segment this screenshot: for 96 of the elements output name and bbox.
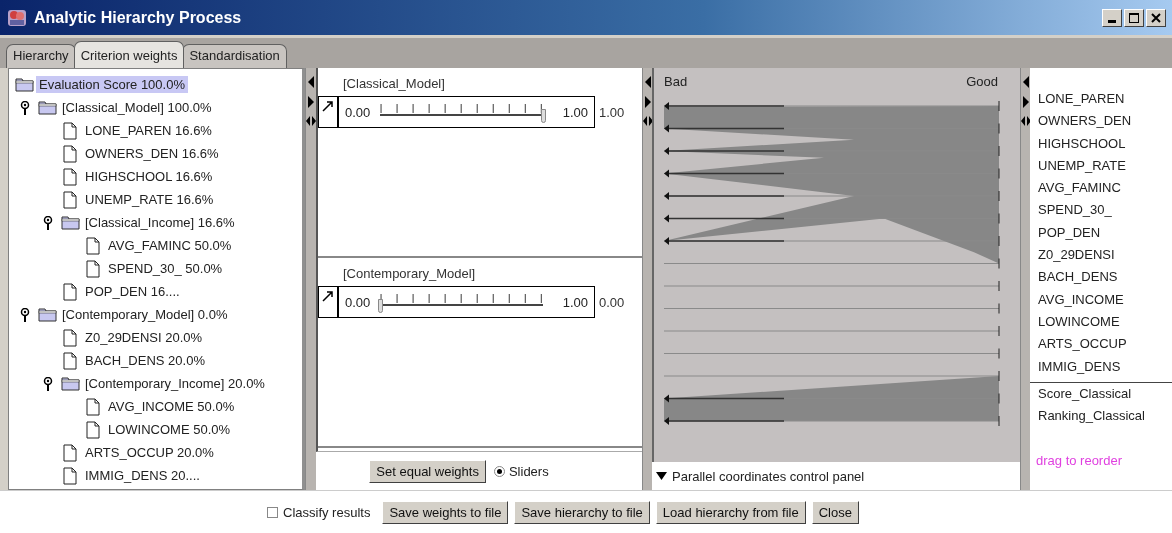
checkbox-label: Classify results — [283, 504, 371, 520]
tree-item[interactable]: [Contemporary_Income] 20.0% — [82, 375, 268, 392]
minimize-icon — [1108, 19, 1116, 23]
slider-min: 0.00 — [345, 294, 371, 310]
variable-item[interactable]: BACH_DENS — [1038, 266, 1172, 289]
variable-item[interactable]: SPEND_30_ — [1038, 199, 1172, 222]
variable-item[interactable]: Z0_29DENSI — [1038, 244, 1172, 267]
tree-item[interactable]: HIGHSCHOOL 16.6% — [82, 168, 216, 185]
tree-item[interactable]: AVG_INCOME 50.0% — [105, 398, 238, 415]
slider-max: 1.00 — [562, 104, 588, 120]
window-title: Analytic Hierarchy Process — [34, 8, 243, 27]
weight-slider[interactable]: 0.00 1.00 — [318, 96, 595, 128]
document-icon — [61, 121, 80, 140]
set-equal-weights-button[interactable]: Set equal weights — [369, 459, 486, 483]
minimize-button[interactable] — [1102, 8, 1122, 27]
resize-handle-icon[interactable] — [1020, 116, 1031, 126]
tree-item[interactable]: LOWINCOME 50.0% — [105, 421, 234, 438]
tree-item[interactable]: SPEND_30_ 50.0% — [105, 260, 226, 277]
dialog-button[interactable]: Save hierarchy to file — [514, 500, 650, 524]
tree-item[interactable]: Evaluation Score 100.0% — [36, 76, 188, 93]
slider-thumb[interactable] — [378, 299, 384, 313]
tab[interactable]: Hierarchy — [6, 44, 76, 68]
document-icon — [61, 144, 80, 163]
variable-item[interactable]: HIGHSCHOOL — [1038, 132, 1172, 155]
tree-item[interactable]: Z0_29DENSI 20.0% — [82, 329, 206, 346]
document-icon — [61, 167, 80, 186]
document-icon — [84, 236, 103, 255]
variable-item[interactable]: LOWINCOME — [1038, 310, 1172, 334]
variable-item[interactable]: AVG_INCOME — [1038, 288, 1172, 311]
arrow-icon[interactable] — [322, 100, 334, 112]
tab[interactable]: Criterion weights — [73, 41, 185, 68]
document-icon — [61, 190, 80, 209]
weight-value: 1.00 — [599, 104, 625, 120]
close-icon — [1149, 11, 1163, 24]
tree-item[interactable]: OWNERS_DEN 16.6% — [82, 145, 222, 162]
radio-button[interactable] — [493, 465, 505, 477]
tree-item[interactable]: UNEMP_RATE 16.6% — [82, 191, 217, 208]
weight-slider[interactable]: 0.00 1.00 — [318, 286, 595, 318]
arrow-icon[interactable] — [322, 290, 334, 302]
tab[interactable]: Standardisation — [182, 44, 287, 68]
expand-handle-icon[interactable] — [20, 100, 30, 115]
document-icon — [61, 328, 80, 347]
dialog-button[interactable]: Save weights to file — [382, 500, 509, 524]
variable-item[interactable]: POP_DEN — [1038, 221, 1172, 245]
variable-item[interactable]: OWNERS_DEN — [1038, 110, 1172, 133]
document-icon — [61, 466, 80, 485]
tree-item[interactable]: BACH_DENS 20.0% — [82, 352, 208, 369]
expand-handle-icon[interactable] — [43, 376, 53, 391]
slider-max: 1.00 — [562, 294, 588, 310]
document-icon — [84, 259, 103, 278]
expand-handle-icon[interactable] — [20, 307, 30, 322]
variable-item[interactable]: AVG_FAMINC — [1038, 177, 1172, 200]
document-icon — [84, 420, 103, 439]
criterion-label: [Contemporary_Model] — [343, 266, 477, 283]
disclosure-triangle-icon[interactable] — [656, 472, 667, 480]
tree-item[interactable]: ARTS_OCCUP 20.0% — [82, 444, 217, 461]
variable-item[interactable]: IMMIG_DENS — [1038, 355, 1172, 378]
close-button[interactable] — [1146, 8, 1166, 27]
maximize-button[interactable] — [1124, 8, 1144, 27]
tree-item[interactable]: [Contemporary_Model] 0.0% — [59, 306, 231, 323]
output-item[interactable]: Score_Classical — [1038, 382, 1172, 406]
tree-item[interactable]: IMMIG_DENS 20.... — [82, 467, 203, 484]
good-label: Good — [966, 74, 998, 91]
folder-icon — [38, 305, 57, 324]
tree-item[interactable]: POP_DEN 16.... — [82, 283, 183, 300]
tree-item[interactable]: AVG_FAMINC 50.0% — [105, 237, 235, 254]
maximize-icon — [1127, 11, 1141, 24]
document-icon — [84, 397, 103, 416]
document-icon — [61, 282, 80, 301]
folder-icon — [15, 75, 34, 94]
slider-thumb[interactable] — [540, 109, 546, 123]
tree-item[interactable]: [Classical_Income] 16.6% — [82, 214, 238, 231]
folder-icon — [61, 213, 80, 232]
bad-label: Bad — [664, 74, 688, 91]
folder-icon — [38, 98, 57, 117]
dialog-button[interactable]: Load hierarchy from file — [655, 500, 806, 524]
document-icon — [61, 443, 80, 462]
resize-handle-icon[interactable] — [642, 116, 653, 126]
variable-item[interactable]: LONE_PAREN — [1038, 88, 1172, 111]
folder-icon — [61, 374, 80, 393]
variable-item[interactable]: UNEMP_RATE — [1038, 154, 1172, 178]
output-item[interactable]: Ranking_Classical — [1038, 405, 1172, 428]
tree-item[interactable]: [Classical_Model] 100.0% — [59, 99, 215, 116]
tree-item[interactable]: LONE_PAREN 16.6% — [82, 122, 215, 139]
document-icon — [61, 351, 80, 370]
slider-min: 0.00 — [345, 104, 371, 120]
radio-label: Sliders — [508, 463, 549, 479]
control-panel-toggle[interactable]: Parallel coordinates control panel — [672, 468, 865, 484]
expand-handle-icon[interactable] — [43, 215, 53, 230]
dialog-button[interactable]: Close — [811, 500, 859, 524]
criterion-label: [Classical_Model] — [343, 76, 446, 93]
weight-value: 0.00 — [599, 294, 625, 310]
checkbox[interactable] — [267, 506, 278, 518]
variable-item[interactable]: ARTS_OCCUP — [1038, 333, 1172, 356]
resize-handle-icon[interactable] — [306, 116, 316, 126]
reorder-hint: drag to reorder — [1036, 453, 1123, 469]
